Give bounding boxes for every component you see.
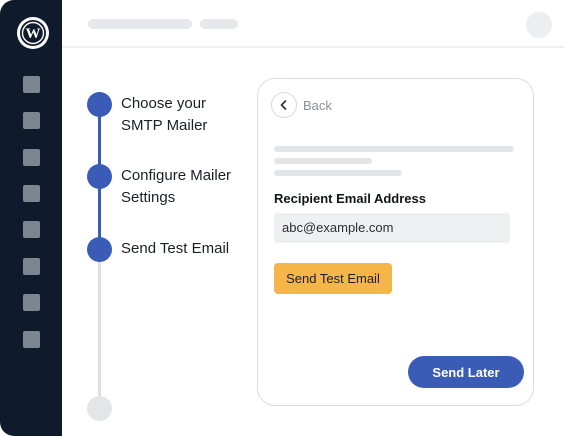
step-1-label: Choose your SMTP Mailer <box>121 95 208 134</box>
sidebar-item-4[interactable] <box>23 185 40 202</box>
wordpress-icon[interactable]: W <box>17 17 49 49</box>
top-bar-placeholder <box>88 19 192 29</box>
sidebar-item-7[interactable] <box>23 294 40 311</box>
send-test-email-button[interactable]: Send Test Email <box>274 263 392 294</box>
recipient-email-label: Recipient Email Address <box>274 191 426 206</box>
sidebar-item-5[interactable] <box>23 221 40 238</box>
text-placeholder-line <box>274 146 514 152</box>
admin-sidebar: W <box>0 0 62 436</box>
step-1-indicator <box>87 92 112 117</box>
chevron-left-icon <box>280 100 287 110</box>
sidebar-item-1[interactable] <box>23 76 40 93</box>
step-2-indicator <box>87 164 112 189</box>
stepper-track-pending <box>98 250 101 408</box>
send-test-email-card: Back Recipient Email Address abc@example… <box>257 78 534 406</box>
sidebar-item-3[interactable] <box>23 149 40 166</box>
back-button[interactable] <box>271 92 297 118</box>
recipient-email-input[interactable]: abc@example.com <box>274 213 510 243</box>
sidebar-item-2[interactable] <box>23 112 40 129</box>
sidebar-item-6[interactable] <box>23 258 40 275</box>
app-frame: W Choose your SMTP Mailer Configure Mail… <box>0 0 564 436</box>
step-3-label: Send Test Email <box>121 240 230 257</box>
avatar[interactable] <box>526 12 552 38</box>
step-4-indicator <box>87 396 112 421</box>
sidebar-item-8[interactable] <box>23 331 40 348</box>
text-placeholder-line <box>274 158 372 164</box>
top-bar-placeholder <box>200 19 238 29</box>
top-bar <box>62 0 564 48</box>
send-later-button[interactable]: Send Later <box>408 356 524 388</box>
step-2-label: Configure Mailer Settings <box>121 167 232 206</box>
svg-text:W: W <box>26 26 41 42</box>
back-label[interactable]: Back <box>303 98 332 113</box>
step-3-indicator <box>87 237 112 262</box>
text-placeholder-line <box>274 170 402 176</box>
